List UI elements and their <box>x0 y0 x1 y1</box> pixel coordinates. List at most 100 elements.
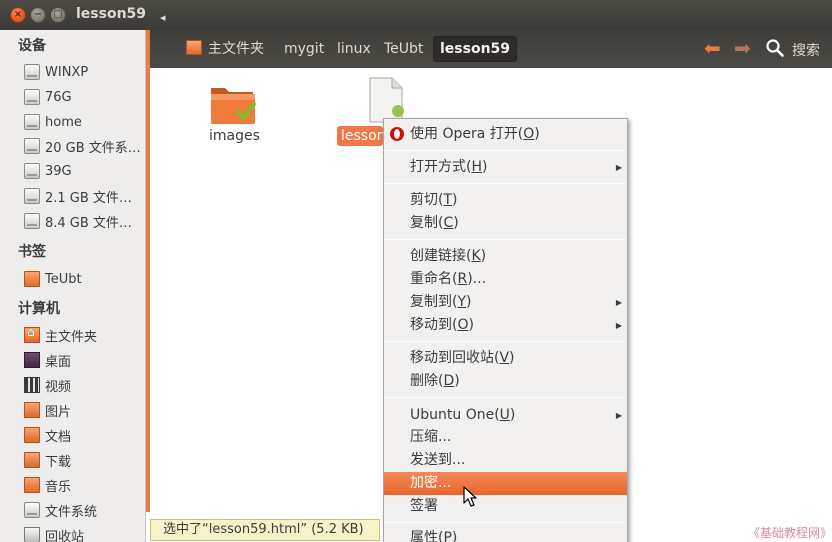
sidebar-item-home-folder[interactable]: 主文件夹 <box>24 324 97 346</box>
menu-separator <box>385 239 626 240</box>
breadcrumb-linux[interactable]: linux <box>337 37 371 63</box>
maximize-icon: □ <box>53 9 63 20</box>
search-button[interactable]: 搜索 <box>792 40 820 60</box>
home-folder-icon <box>186 40 202 55</box>
desktop-icon <box>24 352 40 368</box>
sidebar-item-label: home <box>45 114 82 130</box>
drive-icon <box>24 89 40 105</box>
mouse-pointer-icon <box>463 486 477 507</box>
close-window-button[interactable]: × <box>10 7 26 23</box>
pictures-icon <box>24 402 40 418</box>
menu-item-sign[interactable]: 签署 <box>384 495 627 518</box>
menu-item-open-with[interactable]: 打开方式(H) ▶ <box>384 156 627 179</box>
sidebar-header-bookmarks: 书签 <box>18 244 46 260</box>
sidebar[interactable]: 设备 WINXP 76G home 20 GB 文件系… 39G 2.1 GB … <box>0 30 146 542</box>
menu-item-cut[interactable]: 剪切(T) <box>384 189 627 212</box>
submenu-arrow-icon: ▶ <box>615 298 622 307</box>
path-left-arrow-icon[interactable]: ◂ <box>160 11 166 24</box>
music-icon <box>24 477 40 493</box>
sidebar-item-label: 文件系统 <box>45 504 98 520</box>
sidebar-item-trash[interactable]: 回收站 <box>24 524 84 542</box>
sidebar-item-pictures[interactable]: 图片 <box>24 399 71 421</box>
sidebar-item-39g[interactable]: 39G <box>24 160 72 182</box>
sidebar-item-label: 主文件夹 <box>45 329 98 345</box>
minimize-window-button[interactable]: − <box>30 7 46 23</box>
opera-icon <box>390 127 404 141</box>
menu-item-rename[interactable]: 重命名(R)... <box>384 268 627 291</box>
downloads-icon <box>24 452 40 468</box>
sidebar-item-8gb[interactable]: 8.4 GB 文件… <box>24 210 132 232</box>
submenu-arrow-icon: ▶ <box>615 163 622 172</box>
menu-item-send-to[interactable]: 发送到... <box>384 449 627 472</box>
menu-item-move-to[interactable]: 移动到(O) ▶ <box>384 314 627 337</box>
drive-icon <box>24 163 40 179</box>
sidebar-item-desktop[interactable]: 桌面 <box>24 349 71 371</box>
menu-separator <box>385 522 626 523</box>
forward-arrow-icon[interactable]: ➡ <box>734 38 751 58</box>
sidebar-item-label: TeUbt <box>45 271 82 287</box>
status-bar: 选中了“lesson59.html” (5.2 KB) <box>150 519 380 541</box>
context-menu: 使用 Opera 打开(O) 打开方式(H) ▶ 剪切(T) 复制(C) 创建链接… <box>383 118 628 542</box>
menu-item-copy-to[interactable]: 复制到(Y) ▶ <box>384 291 627 314</box>
sidebar-item-label: 图片 <box>45 404 72 420</box>
folder-icon[interactable] <box>209 82 257 126</box>
breadcrumb-lesson59[interactable]: lesson59 <box>433 36 518 62</box>
menu-separator <box>385 341 626 342</box>
breadcrumb-mygit[interactable]: mygit <box>284 37 324 63</box>
menu-separator <box>385 397 626 398</box>
submenu-arrow-icon: ▶ <box>615 321 622 330</box>
window-title: lesson59 <box>76 6 147 22</box>
sidebar-item-label: 76G <box>45 89 72 105</box>
sidebar-item-filesystem[interactable]: 文件系统 <box>24 499 97 521</box>
menu-item-compress[interactable]: 压缩... <box>384 426 627 449</box>
sidebar-item-music[interactable]: 音乐 <box>24 474 71 496</box>
back-arrow-icon[interactable]: ⬅ <box>704 38 721 58</box>
menu-item-move-to-trash[interactable]: 移动到回收站(V) <box>384 347 627 370</box>
trash-icon <box>24 527 40 542</box>
sidebar-item-downloads[interactable]: 下载 <box>24 449 71 471</box>
drive-icon <box>24 213 40 229</box>
documents-icon <box>24 427 40 443</box>
menu-item-properties[interactable]: 属性(P) <box>384 527 627 542</box>
sidebar-item-76g[interactable]: 76G <box>24 86 72 108</box>
sidebar-item-2gb[interactable]: 2.1 GB 文件… <box>24 185 132 207</box>
breadcrumb-home[interactable]: 主文件夹 <box>208 37 264 63</box>
sidebar-item-20gb[interactable]: 20 GB 文件系… <box>24 135 141 157</box>
html-file-icon[interactable] <box>368 77 404 123</box>
sidebar-item-winxp[interactable]: WINXP <box>24 61 88 83</box>
search-icon[interactable] <box>765 38 785 58</box>
sidebar-item-teubt[interactable]: TeUbt <box>24 268 82 290</box>
folder-icon <box>24 271 40 287</box>
sidebar-header-computer: 计算机 <box>18 301 60 317</box>
breadcrumb-teubt[interactable]: TeUbt <box>384 37 423 63</box>
menu-item-delete[interactable]: 删除(D) <box>384 370 627 393</box>
menu-item-copy[interactable]: 复制(C) <box>384 212 627 235</box>
menu-item-open-with-opera[interactable]: 使用 Opera 打开(O) <box>384 123 627 146</box>
file-name-lesson59[interactable]: lesson <box>337 126 383 146</box>
video-icon <box>24 377 40 393</box>
maximize-window-button[interactable]: □ <box>50 7 66 23</box>
menu-item-ubuntu-one[interactable]: Ubuntu One(U) ▶ <box>384 404 627 427</box>
sidebar-item-documents[interactable]: 文档 <box>24 424 71 446</box>
drive-icon <box>24 188 40 204</box>
sidebar-item-label: 2.1 GB 文件… <box>45 190 132 206</box>
drive-icon <box>24 138 40 154</box>
sidebar-item-videos[interactable]: 视频 <box>24 374 71 396</box>
sidebar-item-label: 下载 <box>45 454 72 470</box>
sidebar-item-label: 回收站 <box>45 529 85 542</box>
file-name-images[interactable]: images <box>209 128 260 144</box>
home-folder-icon <box>24 325 40 343</box>
sidebar-item-label: 文档 <box>45 429 72 445</box>
drive-icon <box>24 64 40 80</box>
menu-item-make-link[interactable]: 创建链接(K) <box>384 245 627 268</box>
sidebar-header-devices: 设备 <box>18 38 46 54</box>
menu-item-encrypt[interactable]: 加密... <box>384 472 627 495</box>
menu-separator <box>385 150 626 151</box>
sidebar-item-label: WINXP <box>45 64 89 80</box>
sidebar-item-label: 音乐 <box>45 479 72 495</box>
menu-separator <box>385 183 626 184</box>
sidebar-item-label: 视频 <box>45 379 72 395</box>
close-icon: × <box>13 9 23 20</box>
submenu-arrow-icon: ▶ <box>615 411 622 420</box>
sidebar-item-home[interactable]: home <box>24 111 82 133</box>
